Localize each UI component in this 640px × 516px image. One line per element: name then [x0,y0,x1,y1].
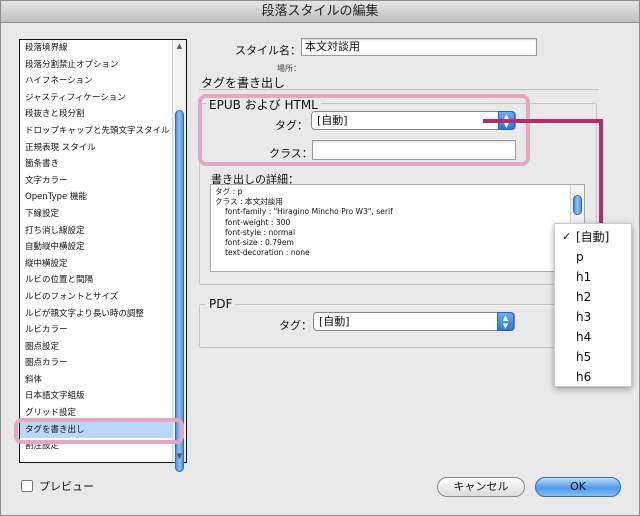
pdf-tag-value: [自動] [319,315,350,328]
category-list-item[interactable]: 自動縦中横設定 [20,239,172,256]
selected-item-highlight [14,418,184,444]
detail-line: font-size : 0.79em [225,238,294,248]
tag-menu-item-label: h4 [576,330,592,344]
location-label: 場所： [277,64,301,73]
tag-menu-item[interactable]: ✓ [自動] [555,227,631,247]
category-list-item[interactable]: OpenType 機能 [20,189,172,206]
cancel-button[interactable]: キャンセル [437,477,525,497]
ok-button[interactable]: OK [535,477,621,497]
category-list-item[interactable]: 段抜きと段分割 [20,106,172,123]
pdf-group-title: PDF [206,297,236,311]
category-list-item[interactable]: 斜体 [20,372,172,389]
scroll-down-arrow-icon[interactable]: ▼ [173,450,186,462]
preview-checkbox[interactable] [21,480,33,492]
tag-menu-item[interactable]: h3 [555,307,631,327]
tag-menu-item[interactable]: h1 [555,267,631,287]
popup-stepper-icon: ▲ ▼ [497,312,514,331]
tag-menu-item[interactable]: h5 [555,347,631,367]
category-list-item[interactable]: 段落分割禁止オプション [20,57,172,74]
scroll-up-arrow-icon[interactable]: ▲ [173,40,186,52]
checkmark-icon: ✓ [562,230,572,243]
category-list-items: 段落境界線 段落分割禁止オプション ハイフネーション ジャスティフィケーション 段抜きと… [20,40,172,455]
style-name-label: スタイル名： [235,44,301,57]
detail-line: タグ : p [215,187,243,196]
detail-line: font-weight : 300 [225,217,291,227]
pdf-tag-label: タグ： [279,319,312,332]
window-title: 段落スタイルの編集 [1,1,639,23]
tag-dropdown-menu[interactable]: ✓ [自動] p h1 h2 h3 h4 h5 h6 [554,223,632,387]
tag-menu-item[interactable]: p [555,247,631,267]
category-list-item[interactable]: 文字カラー [20,173,172,190]
details-scrollbar-thumb[interactable] [573,195,582,215]
tag-menu-item[interactable]: h6 [555,367,631,387]
category-list-item[interactable]: ルビカラー [20,322,172,339]
tag-menu-item-label: h1 [576,270,592,284]
tag-menu-item-label: h2 [576,290,592,304]
export-details-text: タグ : p クラス : 本文対談用 font-family : "Hiragi… [215,187,393,258]
tag-menu-item[interactable]: h4 [555,327,631,347]
category-list-item[interactable]: 箇条書き [20,156,172,173]
preview-label: プレビュー [39,480,94,493]
tag-menu-item-label: p [576,250,584,264]
pdf-tag-popup[interactable]: [自動] ▲ ▼ [313,312,515,331]
category-list-item[interactable]: ジャスティフィケーション [20,90,172,107]
category-list-item[interactable]: 下線設定 [20,206,172,223]
category-list-item[interactable]: ルビが親文字より長い時の調整 [20,306,172,323]
export-details-box[interactable]: タグ : p クラス : 本文対談用 font-family : "Hiragi… [210,184,585,272]
category-list-item[interactable]: 段落境界線 [20,40,172,57]
category-list-item[interactable]: 日本語文字組版 [20,388,172,405]
category-list-item[interactable]: ルビのフォントとサイズ [20,289,172,306]
style-name-field[interactable]: 本文対談用 [301,38,537,56]
category-list-item[interactable]: 圏点カラー [20,355,172,372]
tag-menu-item-label: h5 [576,350,592,364]
epub-settings-highlight [198,94,530,166]
tag-menu-item-label: [自動] [576,230,610,244]
paragraph-style-dialog: 段落スタイルの編集 段落境界線 段落分割禁止オプション ハイフネーション ジャスティフ… [0,0,640,516]
category-list[interactable]: 段落境界線 段落分割禁止オプション ハイフネーション ジャスティフィケーション 段抜きと… [19,39,187,472]
detail-line: クラス : 本文対談用 [215,197,283,207]
tag-menu-item-label: h3 [576,310,592,324]
category-list-item[interactable]: ドロップキャップと先頭文字スタイル [20,123,172,140]
category-list-item[interactable]: 縦中横設定 [20,256,172,273]
category-list-item[interactable]: ハイフネーション [20,73,172,90]
detail-line: text-decoration : none [225,248,310,258]
category-list-item[interactable]: 正規表現 スタイル [20,140,172,157]
category-list-item[interactable]: 打ち消し線設定 [20,223,172,240]
category-list-scrollbar[interactable]: ▲ ▼ [172,40,186,472]
tag-menu-item-label: h6 [576,370,592,384]
category-list-item[interactable]: ルビの位置と間隔 [20,272,172,289]
tag-menu-item[interactable]: h2 [555,287,631,307]
category-list-item[interactable]: 圏点設定 [20,339,172,356]
section-divider [199,89,599,90]
detail-line: font-style : normal [225,227,296,237]
detail-line: font-family : "Hiragino Mincho Pro W3", … [225,207,393,217]
